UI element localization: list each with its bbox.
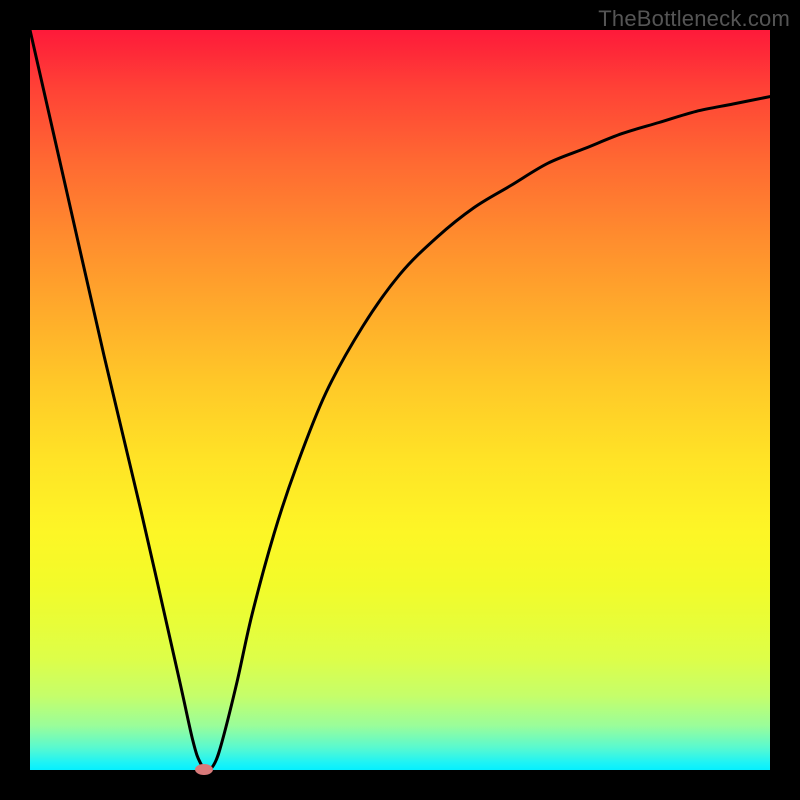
watermark-text: TheBottleneck.com bbox=[598, 6, 790, 32]
chart-plot-area bbox=[30, 30, 770, 770]
bottleneck-curve bbox=[30, 30, 770, 770]
optimal-point-marker bbox=[195, 764, 213, 775]
